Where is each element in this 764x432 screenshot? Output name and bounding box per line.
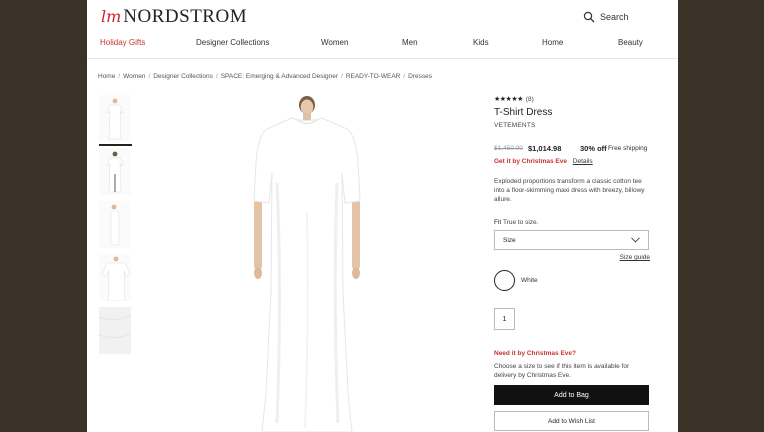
- product-brand[interactable]: VETEMENTS: [494, 122, 536, 129]
- shipping-note: Free shipping: [608, 145, 648, 152]
- breadcrumb-women[interactable]: Women: [123, 73, 145, 80]
- christmas-label: Get it by Christmas Eve: [494, 158, 567, 165]
- search-icon: [583, 11, 595, 23]
- product-description: Exploded proportions transform a classic…: [494, 178, 645, 203]
- product-main-image[interactable]: [237, 93, 377, 432]
- thumbnail-back[interactable]: [99, 148, 131, 195]
- need-it-description: Choose a size to see if this item is ava…: [494, 363, 630, 379]
- nav-item-beauty[interactable]: Beauty: [618, 38, 643, 47]
- details-link[interactable]: Details: [573, 158, 593, 165]
- thumbnail-active-indicator: [99, 144, 132, 146]
- add-to-wishlist-button[interactable]: Add to Wish List: [494, 411, 649, 431]
- letterbox-right: [678, 0, 764, 432]
- thumbnail-fabric[interactable]: [99, 307, 131, 354]
- breadcrumb-designer-collections[interactable]: Designer Collections: [153, 73, 213, 80]
- logo-mark: lm: [101, 7, 122, 26]
- size-placeholder: Size: [503, 236, 516, 244]
- nav-item-home[interactable]: Home: [542, 38, 563, 47]
- search-button[interactable]: Search: [583, 11, 629, 23]
- thumbnail-front[interactable]: [99, 95, 131, 142]
- sale-price: $1,014.98: [528, 144, 562, 153]
- search-label: Search: [600, 12, 629, 22]
- add-to-bag-button[interactable]: Add to Bag: [494, 385, 649, 405]
- product-title: T-Shirt Dress: [494, 107, 553, 118]
- fit-label: Fit: [494, 219, 502, 226]
- thumbnail-detail[interactable]: [99, 254, 131, 301]
- logo-text: NORDSTROM: [123, 6, 248, 27]
- nav-item-women[interactable]: Women: [321, 38, 348, 47]
- nav-item-men[interactable]: Men: [402, 38, 418, 47]
- size-dropdown[interactable]: Size: [494, 230, 649, 250]
- fit-value: True to size.: [502, 219, 539, 226]
- product-page: lm NORDSTROM Search Holiday Gifts Design…: [87, 0, 678, 432]
- need-it-heading: Need it by Christmas Eve?: [494, 350, 576, 357]
- quantity-field[interactable]: 1: [494, 308, 515, 330]
- breadcrumb-dresses[interactable]: Dresses: [408, 73, 432, 80]
- letterbox-left: [0, 0, 87, 432]
- nav-item-kids[interactable]: Kids: [473, 38, 489, 47]
- breadcrumb-ready-to-wear[interactable]: READY-TO-WEAR: [346, 73, 401, 80]
- breadcrumb-home[interactable]: Home: [98, 73, 115, 80]
- nav-divider: [87, 58, 678, 59]
- nordstrom-logo[interactable]: lm NORDSTROM: [101, 6, 247, 28]
- color-selector: White: [494, 270, 538, 291]
- discount-badge: 30% off: [580, 144, 607, 153]
- nav-item-designer-collections[interactable]: Designer Collections: [196, 38, 269, 47]
- rating-stars: ★★★★★: [494, 96, 523, 103]
- christmas-delivery: Get it by Christmas Eve Details: [494, 158, 593, 165]
- main-nav: Holiday Gifts Designer Collections Women…: [100, 38, 670, 52]
- original-price: $1,450.00: [494, 145, 523, 152]
- color-label: White: [521, 277, 538, 284]
- rating-count: (8): [525, 95, 534, 103]
- breadcrumb-space[interactable]: SPACE: Emerging & Advanced Designer: [221, 73, 338, 80]
- chevron-down-icon: [631, 237, 640, 243]
- breadcrumb: Home / Women / Designer Collections / SP…: [98, 73, 433, 80]
- thumbnail-side[interactable]: [99, 201, 131, 248]
- color-swatch-white[interactable]: [494, 270, 515, 291]
- nav-item-holiday-gifts[interactable]: Holiday Gifts: [100, 38, 145, 47]
- fit-info: Fit True to size.: [494, 219, 538, 226]
- size-guide-link[interactable]: Size guide: [620, 254, 650, 261]
- rating[interactable]: ★★★★★ (8): [494, 95, 534, 104]
